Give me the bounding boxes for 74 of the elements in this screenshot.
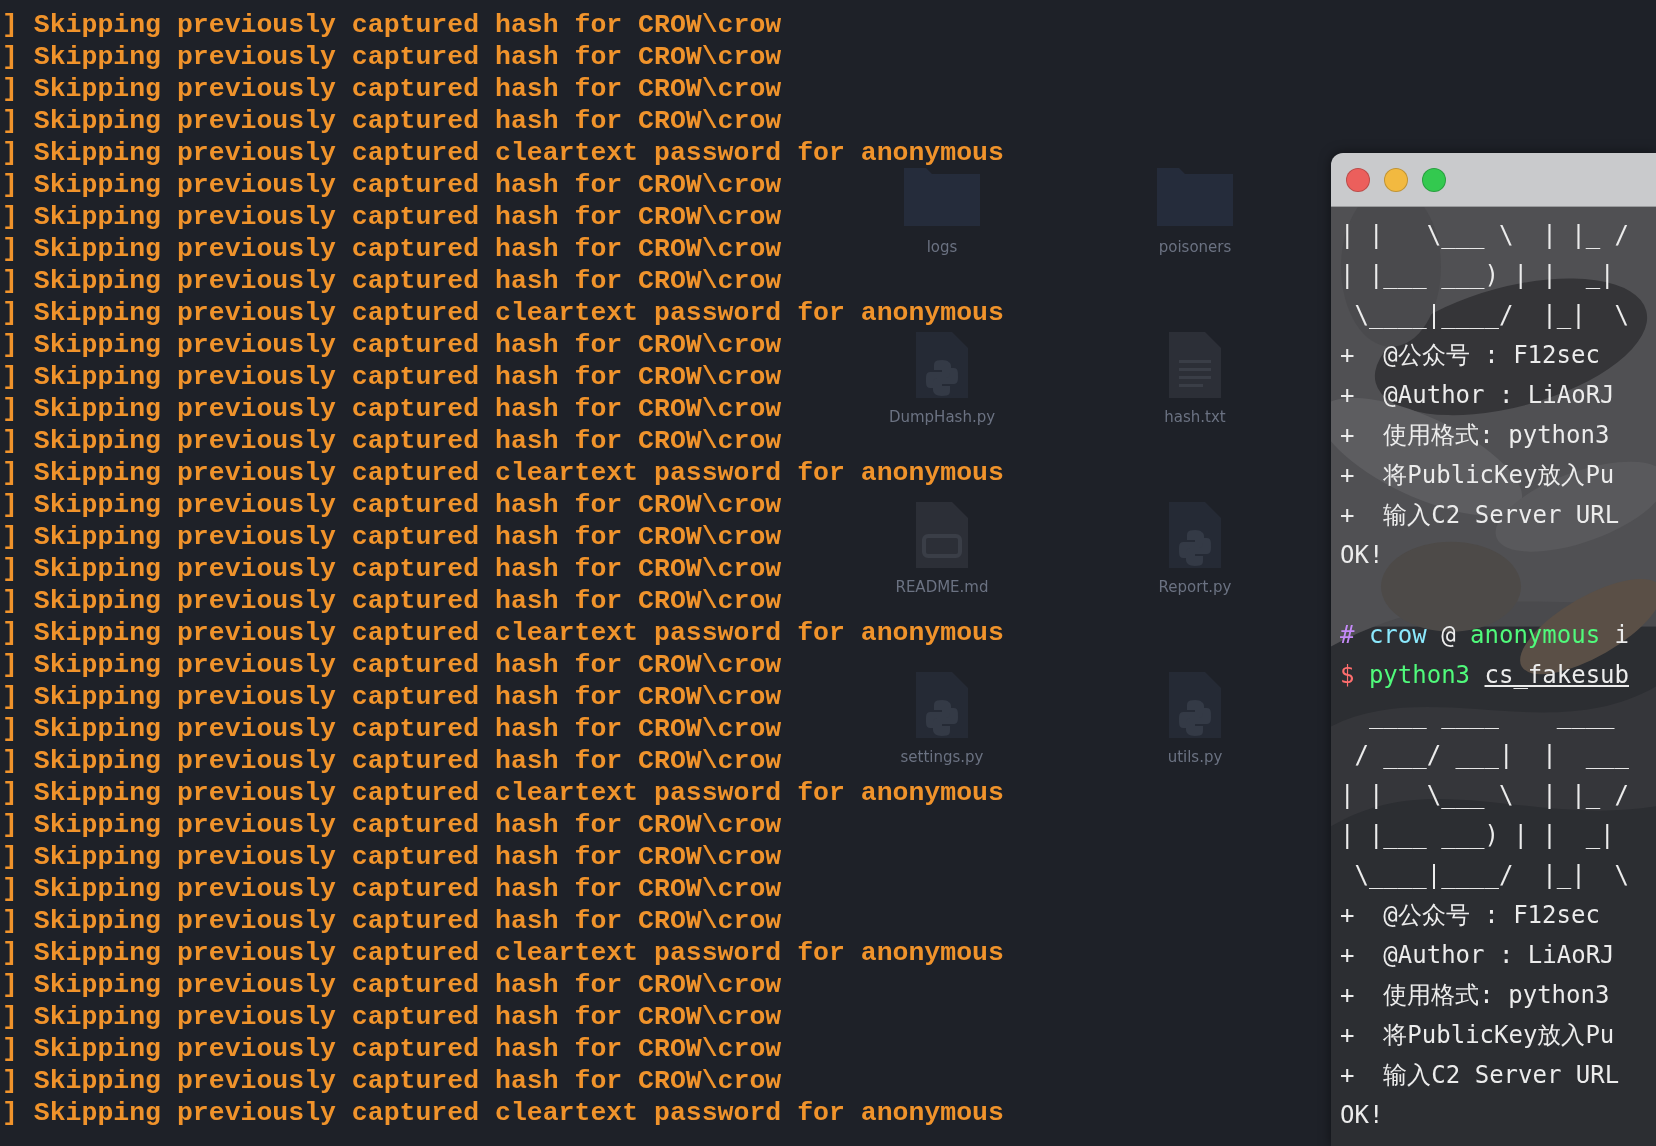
prompt-symbol: $ (1340, 661, 1355, 689)
command-argument: cs_fakesub (1484, 661, 1629, 689)
file-name: Report.py (1158, 578, 1232, 596)
file-name: utils.py (1167, 748, 1223, 766)
log-line: ] Skipping previously captured cleartext password for anonymous (2, 617, 1004, 649)
ascii-art-line: | |___ ___) | | _| (1340, 261, 1615, 289)
log-line: ] Skipping previously captured hash for CROW\crow (2, 873, 782, 905)
info-line: + @公众号 : F12sec (1340, 901, 1600, 929)
file-name: poisoners (1158, 238, 1232, 256)
log-line: ] Skipping previously captured hash for CROW\crow (2, 1065, 782, 1097)
log-line: ] Skipping previously captured hash for CROW\crow (2, 41, 782, 73)
file-name: logs (926, 238, 958, 256)
log-line: ] Skipping previously captured hash for CROW\crow (2, 489, 782, 521)
log-line: ] Skipping previously captured hash for CROW\crow (2, 553, 782, 585)
command-name: python3 (1368, 661, 1471, 689)
host-name: anonymous (1470, 621, 1601, 649)
info-line: + @公众号 : F12sec (1340, 341, 1600, 369)
prompt-text: i (1614, 621, 1629, 649)
log-line: ] Skipping previously captured hash for CROW\crow (2, 329, 782, 361)
info-line: + @Author : LiAoRJ (1340, 381, 1615, 409)
info-line: + 输入C2 Server URL (1340, 501, 1620, 529)
minimize-button[interactable] (1384, 167, 1408, 192)
log-line: ] Skipping previously captured hash for CROW\crow (2, 649, 782, 681)
log-line: ] Skipping previously captured cleartext password for anonymous (2, 137, 1004, 169)
user-name: crow (1368, 621, 1427, 649)
prompt-symbol: # (1340, 621, 1355, 649)
file-name: DumpHash.py (888, 408, 996, 426)
ascii-art-line: | | \___ \ | |_ / (1340, 221, 1629, 249)
file-name: README.md (895, 578, 989, 596)
log-line: ] Skipping previously captured hash for CROW\crow (2, 905, 782, 937)
log-line: ] Skipping previously captured hash for CROW\crow (2, 841, 782, 873)
log-line: ] Skipping previously captured hash for CROW\crow (2, 393, 782, 425)
close-button[interactable] (1346, 167, 1370, 192)
at-sign: @ (1441, 621, 1456, 649)
log-line: ] Skipping previously captured hash for CROW\crow (2, 585, 782, 617)
log-line: ] Skipping previously captured hash for CROW\crow (2, 201, 782, 233)
log-line: ] Skipping previously captured hash for CROW\crow (2, 361, 782, 393)
log-line: ] Skipping previously captured hash for CROW\crow (2, 73, 782, 105)
log-line: ] Skipping previously captured hash for CROW\crow (2, 425, 782, 457)
ascii-art-line: | |___ ___) | | _| (1340, 821, 1615, 849)
log-line: ] Skipping previously captured hash for CROW\crow (2, 681, 782, 713)
output-text: OK! (1340, 541, 1384, 569)
log-line: ] Skipping previously captured hash for CROW\crow (2, 105, 782, 137)
log-line: ] Skipping previously captured hash for CROW\crow (2, 233, 782, 265)
log-line: ] Skipping previously captured cleartext password for anonymous (2, 777, 1004, 809)
log-line: ] Skipping previously captured hash for CROW\crow (2, 713, 782, 745)
ascii-art-line: | | \___ \ | |_ / (1340, 781, 1629, 809)
log-line: ] Skipping previously captured hash for CROW\crow (2, 969, 782, 1001)
output-text: OK! (1340, 1101, 1384, 1129)
log-line: ] Skipping previously captured cleartext password for anonymous (2, 457, 1004, 489)
info-line: + @Author : LiAoRJ (1340, 941, 1615, 969)
info-line: + 输入C2 Server URL (1340, 1061, 1620, 1089)
info-line: + 使用格式: python3 (1340, 981, 1610, 1009)
file-name: settings.py (900, 748, 984, 766)
ascii-art-line: \____|____/ |_| \ (1353, 861, 1629, 889)
ascii-art-line: \____|____/ |_| \ (1353, 301, 1629, 329)
log-line: ] Skipping previously captured hash for CROW\crow (2, 809, 782, 841)
zoom-button[interactable] (1422, 167, 1446, 192)
log-line: ] Skipping previously captured hash for CROW\crow (2, 169, 782, 201)
file-name: hash.txt (1164, 408, 1226, 426)
info-line: + 使用格式: python3 (1340, 421, 1610, 449)
log-line: ] Skipping previously captured cleartext password for anonymous (2, 297, 1004, 329)
log-line: ] Skipping previously captured hash for CROW\crow (2, 1033, 782, 1065)
log-line: ] Skipping previously captured hash for CROW\crow (2, 745, 782, 777)
info-line: + 将PublicKey放入Pu (1340, 461, 1615, 489)
log-line: ] Skipping previously captured hash for CROW\crow (2, 1001, 782, 1033)
log-line: ] Skipping previously captured hash for CROW\crow (2, 265, 782, 297)
log-line: ] Skipping previously captured hash for CROW\crow (2, 521, 782, 553)
info-line: + 将PublicKey放入Pu (1340, 1021, 1615, 1049)
log-line: ] Skipping previously captured cleartext password for anonymous (2, 1097, 1004, 1129)
ascii-art-line: ____ ____ ____ (1367, 701, 1615, 729)
log-line: ] Skipping previously captured hash for CROW\crow (2, 9, 782, 41)
log-line: ] Skipping previously captured cleartext password for anonymous (2, 937, 1004, 969)
ascii-art-line: / ___/ ___| | ___ (1353, 741, 1629, 769)
